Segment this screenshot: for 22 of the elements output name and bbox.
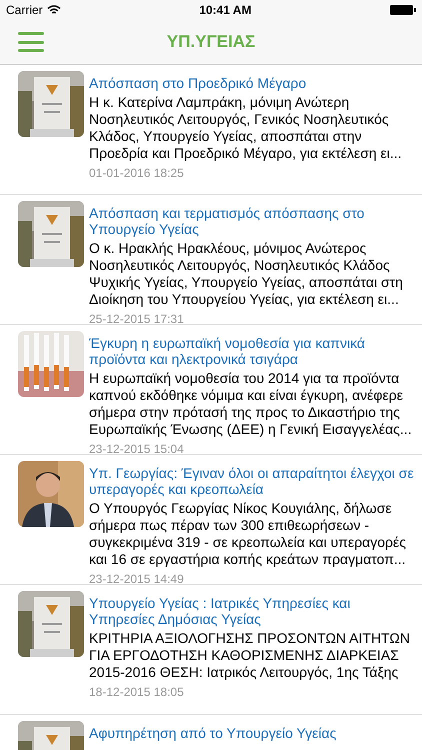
article-title: Απόσπαση στο Προεδρικό Μέγαρο	[89, 75, 308, 91]
status-time: 10:41 AM	[199, 2, 252, 19]
article-summary: Η ευρωπαϊκή νομοθεσία του 2014 για τα προϊόντα καπνού εκδόθηκε νόμιμα και είναι έγκυρη, ανέφερε σήμερα στην πρότασή της προς το Δικαστήριο της Ευρωπαϊκής Ένωσης (ΔΕΕ) η Γενική Εισαγγελέας...	[89, 370, 413, 438]
article-date: 23-12-2015 15:04	[89, 442, 185, 457]
article-title: Υπουργείο Υγείας : Ιατρικές Υπηρεσίες και Υπηρεσίες Δημόσιας Υγείας	[89, 595, 352, 627]
article-summary: Ο κ. Ηρακλής Ηρακλέους, μόνιμος Ανώτερος Νοσηλευτικός Λειτουργός, Νοσηλευτικός Κλάδος Ψυχικής Υγείας, Υπουργείο Υγείας, αποσπάται στη Διοίκηση του Υπουργείου Υγείας, για εκτέλεση ει...	[89, 240, 404, 308]
article-summary: Ο Υπουργός Γεωργίας Νίκος Κουγιάλης, δήλωσε σήμερα πως πέραν των 300 επιθεωρήσεων - συγκεκριμένα 319 - σε κρεοπωλεία και υπεραγορές και 16 σε εργαστήρια κοπής κρεάτων πραγματοπ...	[89, 500, 408, 568]
article-date: 23-12-2015 14:49	[89, 572, 185, 587]
article-date: 25-12-2015 17:31	[89, 312, 185, 327]
article-summary: ΚΡΙΤΗΡΙΑ ΑΞΙΟΛΟΓΗΣΗΣ ΠΡΟΣΟΝΤΩΝ ΑΙΤΗΤΩΝ ΓΙΑ ΕΡΓΟΔΟΤΗΣΗ ΚΑΘΟΡΙΣΜΕΝΗΣ ΔΙΑΡΚΕΙΑΣ 2015-2016 ΘΕΣΗ: Ιατρικός Λειτουργός, 1ης Τάξης	[89, 630, 411, 681]
article-title: Υπ. Γεωργίας: Έγιναν όλοι οι απαραίτητοι έλεγχοι σε υπεραγορές και κρεοπωλεία	[89, 465, 414, 497]
article-title: Απόσπαση και τερματισμός απόσπασης στο Υπουργείο Υγείας	[89, 205, 366, 237]
carrier-label: Carrier	[6, 2, 43, 19]
article-summary: Η κ. Κατερίνα Λαμπράκη, μόνιμη Ανώτερη Νοσηλευτικός Λειτουργός, Γενικός Νοσηλευτικός Κλάδος, Υπουργείο Υγείας, αποσπάται στην Προεδρία και Προεδρικό Μέγαρο, για εκτέλεση ει...	[89, 94, 403, 162]
article-date: 18-12-2015 18:05	[89, 685, 185, 700]
article-date: 01-01-2016 18:25	[89, 166, 185, 181]
article-title: Αφυπηρέτηση από το Υπουργείο Υγείας	[89, 725, 336, 741]
wifi-icon	[46, 5, 61, 15]
nav-title: ΥΠ.ΥΓΕΙΑΣ	[166, 31, 256, 54]
article-item[interactable]: Αφυπηρέτηση από το Υπουργείο Υγείας	[0, 715, 422, 750]
battery-icon	[390, 5, 416, 15]
article-title: Έγκυρη η ευρωπαϊκή νομοθεσία για καπνικά προϊόντα και ηλεκτρονικά τσιγάρα	[89, 335, 366, 367]
